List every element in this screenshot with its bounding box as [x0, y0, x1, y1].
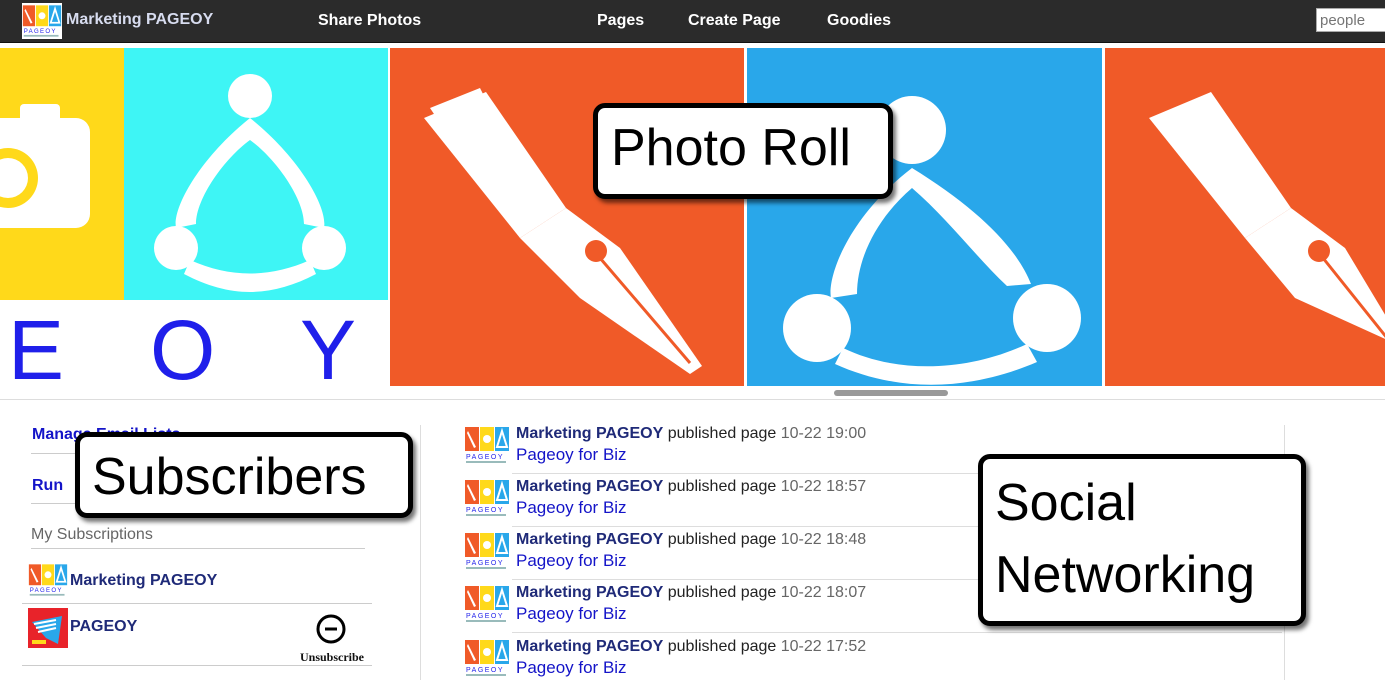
- nav-share-photos[interactable]: Share Photos: [318, 12, 421, 30]
- my-subscriptions-heading: My Subscriptions: [31, 526, 153, 543]
- social-networking-callout: Social Networking: [978, 454, 1306, 626]
- subscribers-callout-text: Subscribers: [92, 448, 367, 506]
- camera-icon: [0, 104, 90, 228]
- feed-page-link[interactable]: Pageoy for Biz: [516, 498, 627, 518]
- marketing-pageoy-avatar-icon[interactable]: [464, 531, 510, 571]
- nav-goodies[interactable]: Goodies: [827, 12, 891, 30]
- brand-name-link[interactable]: Marketing PAGEOY: [66, 11, 213, 29]
- unsubscribe-button[interactable]: Unsubscribe: [294, 650, 370, 665]
- section-divider: [0, 399, 1385, 400]
- photo-tile-pageoy-banner[interactable]: E O Y: [0, 48, 388, 386]
- banner-letter-y: Y: [300, 303, 357, 386]
- banner-letter-e: E: [8, 303, 65, 386]
- photo-tile-pen-orange[interactable]: [390, 48, 744, 386]
- column-divider: [420, 425, 421, 680]
- fountain-pen-icon: [1149, 92, 1385, 339]
- fountain-pen-icon: [424, 88, 702, 374]
- photo-tile-share-blue[interactable]: [747, 48, 1102, 386]
- share-nodes-icon: [783, 96, 1081, 385]
- feed-action: published page: [667, 584, 777, 601]
- photo-roll-carousel[interactable]: E O Y: [0, 48, 1385, 386]
- subscription-avatar-icon: [28, 562, 68, 598]
- feed-timestamp: 10-22 17:52: [780, 638, 867, 655]
- feed-author-link[interactable]: Marketing PAGEOY: [516, 425, 663, 442]
- feed-author-link[interactable]: Marketing PAGEOY: [516, 478, 663, 495]
- sidebar-divider: [31, 548, 365, 549]
- photo-roll-callout-text: Photo Roll: [611, 119, 851, 177]
- subscription-name[interactable]: Marketing PAGEOY: [70, 572, 217, 590]
- feed-timestamp: 10-22 19:00: [780, 425, 867, 442]
- sidebar-divider: [22, 665, 372, 666]
- top-navigation-bar: Marketing PAGEOY Share Photos Pages Crea…: [0, 0, 1385, 43]
- feed-action: published page: [667, 478, 777, 495]
- feed-action: published page: [667, 531, 777, 548]
- feed-timestamp: 10-22 18:57: [780, 478, 867, 495]
- feed-item: Marketing PAGEOY published page 10-22 17…: [464, 638, 1284, 691]
- marketing-pageoy-avatar-icon[interactable]: [464, 584, 510, 624]
- feed-action: published page: [667, 638, 777, 655]
- feed-action: published page: [667, 425, 777, 442]
- subscription-name[interactable]: PAGEOY: [70, 618, 137, 636]
- feed-page-link[interactable]: Pageoy for Biz: [516, 445, 627, 465]
- feed-page-link[interactable]: Pageoy for Biz: [516, 604, 627, 624]
- run-link[interactable]: Run: [32, 477, 63, 495]
- sidebar-divider: [22, 603, 372, 604]
- social-callout-line1: Social: [995, 474, 1137, 532]
- brand-logo-icon[interactable]: [22, 3, 62, 39]
- pageoy-avatar-icon: [28, 608, 68, 648]
- marketing-pageoy-avatar-icon[interactable]: [464, 638, 510, 678]
- carousel-scrollbar[interactable]: [834, 390, 948, 396]
- feed-page-link[interactable]: Pageoy for Biz: [516, 551, 627, 571]
- feed-timestamp: 10-22 18:07: [780, 584, 867, 601]
- marketing-pageoy-avatar-icon[interactable]: [464, 425, 510, 465]
- banner-letter-o: O: [150, 303, 216, 386]
- feed-author-link[interactable]: Marketing PAGEOY: [516, 584, 663, 601]
- nav-pages[interactable]: Pages: [597, 12, 644, 30]
- feed-timestamp: 10-22 18:48: [780, 531, 867, 548]
- photo-roll-callout: Photo Roll: [593, 103, 893, 199]
- feed-page-link[interactable]: Pageoy for Biz: [516, 658, 627, 678]
- nav-create-page[interactable]: Create Page: [688, 12, 781, 30]
- unsubscribe-icon[interactable]: [315, 613, 347, 645]
- photo-tile-pen-orange-2[interactable]: [1105, 48, 1385, 386]
- feed-author-link[interactable]: Marketing PAGEOY: [516, 638, 663, 655]
- feed-separator: [512, 632, 1282, 633]
- subscribers-callout: Subscribers: [75, 432, 413, 518]
- people-search-input[interactable]: [1316, 8, 1385, 32]
- feed-author-link[interactable]: Marketing PAGEOY: [516, 531, 663, 548]
- marketing-pageoy-avatar-icon[interactable]: [464, 478, 510, 518]
- social-callout-line2: Networking: [995, 546, 1256, 604]
